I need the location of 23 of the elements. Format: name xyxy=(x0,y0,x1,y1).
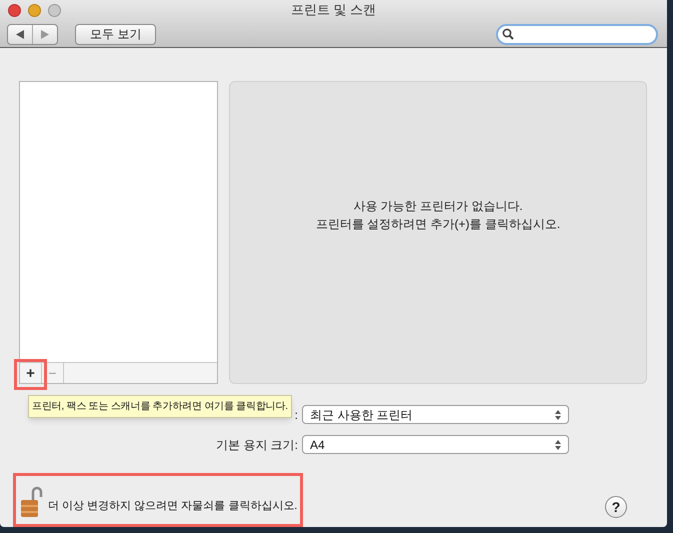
tooltip: 프린터, 팩스 또는 스캐너를 추가하려면 여기를 클릭합니다. xyxy=(28,395,292,418)
forward-icon[interactable] xyxy=(41,30,49,38)
lock-message: 더 이상 변경하지 않으려면 자물쇠를 클릭하십시오. xyxy=(48,498,298,514)
updown-arrows-icon xyxy=(555,410,561,420)
search-icon xyxy=(502,28,514,40)
popup-menu[interactable]: A4 xyxy=(302,435,569,454)
back-icon[interactable] xyxy=(16,30,24,38)
back-forward-control[interactable] xyxy=(7,24,58,44)
window-title: 프린트 및 스캔 xyxy=(290,1,376,20)
minimize-button[interactable] xyxy=(28,4,41,16)
add-button[interactable]: + xyxy=(20,363,42,383)
empty-message: 프린터를 설정하려면 추가(+)를 클릭하십시오. xyxy=(316,216,560,233)
close-button[interactable] xyxy=(8,4,21,16)
open-padlock-icon[interactable] xyxy=(20,484,44,518)
help-button[interactable]: ? xyxy=(605,496,627,518)
show-all-button[interactable]: 모두 보기 xyxy=(75,24,156,44)
updown-arrows-icon xyxy=(555,440,561,450)
search-field[interactable] xyxy=(496,24,658,44)
setting-label: 기본 용지 크기: xyxy=(216,436,298,454)
setting-label: : xyxy=(294,406,298,424)
popup-menu[interactable]: 최근 사용한 프린터 xyxy=(302,405,569,424)
empty-message: 사용 가능한 프린터가 없습니다. xyxy=(353,198,523,215)
zoom-button[interactable] xyxy=(48,4,61,16)
